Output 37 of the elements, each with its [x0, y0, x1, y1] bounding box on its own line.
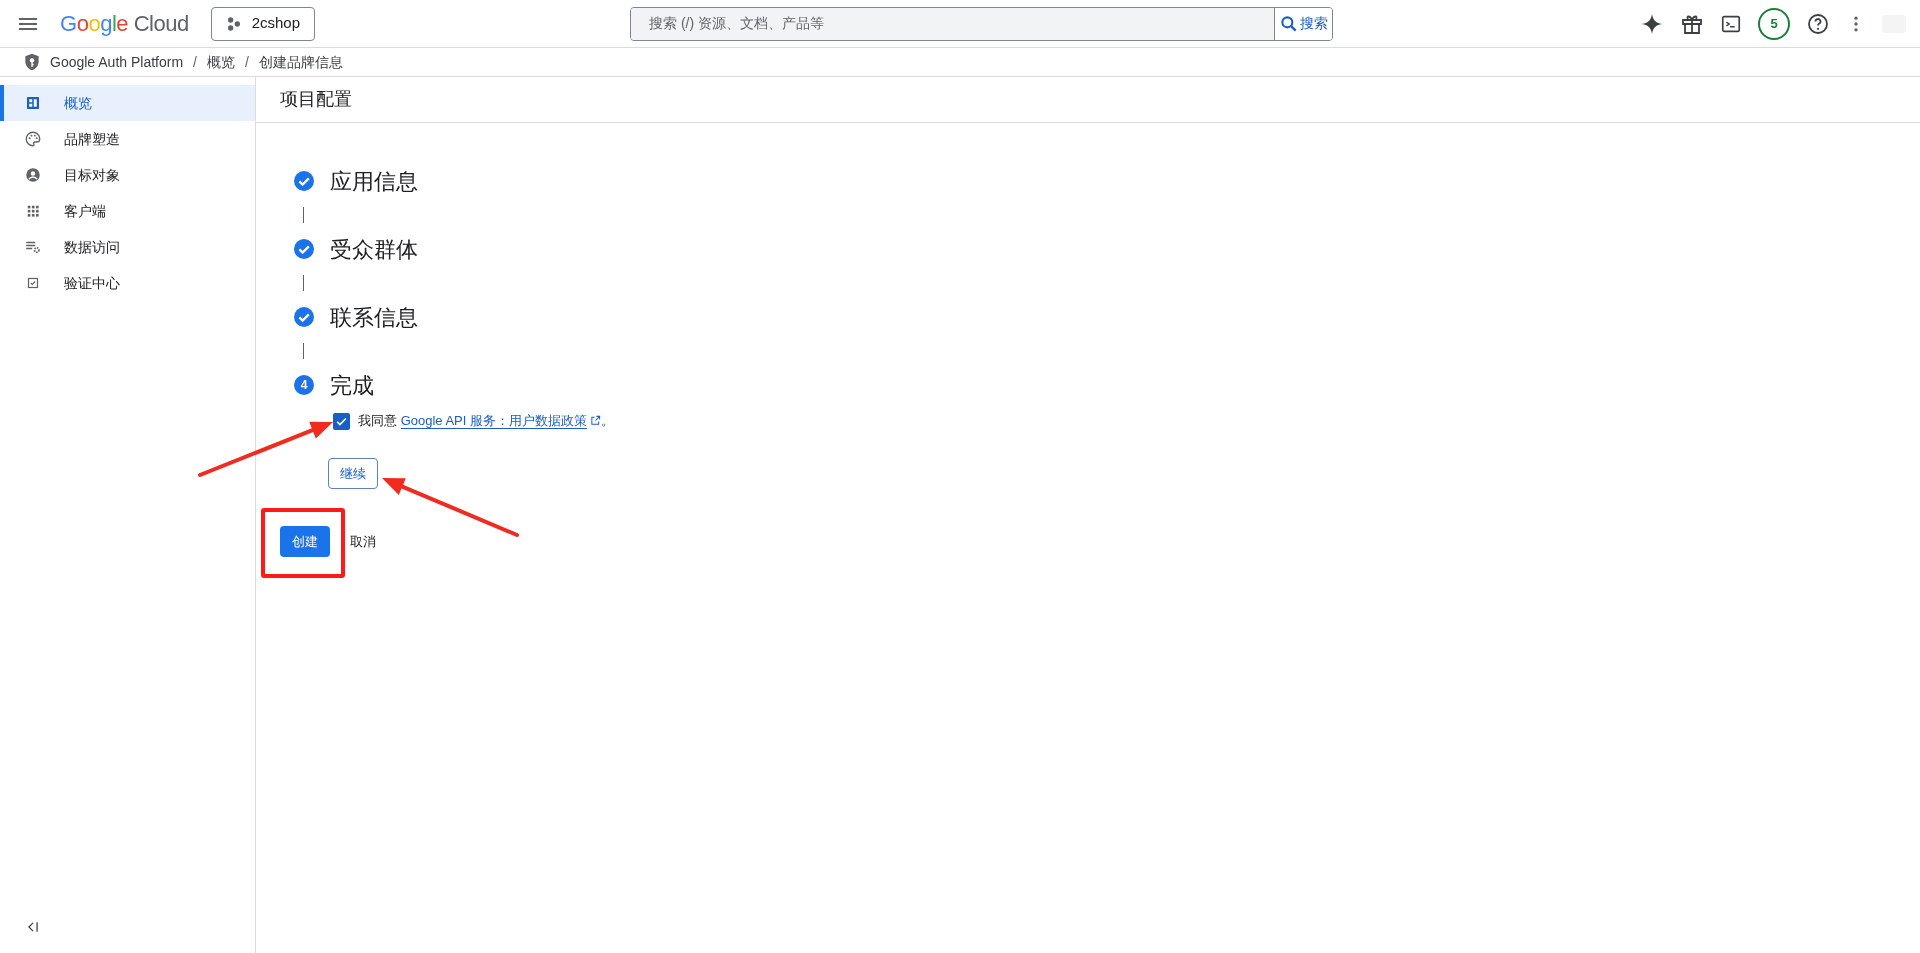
step-title: 应用信息 [330, 167, 418, 196]
continue-button[interactable]: 继续 [328, 458, 378, 489]
breadcrumb-link[interactable]: Google Auth Platform [50, 51, 184, 73]
notification-badge[interactable]: 5 [1758, 7, 1790, 40]
check-circle-icon [294, 171, 314, 191]
sidebar-item[interactable]: 验证中心 [0, 265, 255, 301]
step-number: 4 [294, 375, 314, 395]
policy-link[interactable]: Google API 服务：用户数据政策 [400, 413, 587, 430]
step-title: 完成 [330, 371, 374, 400]
check-circle-icon [294, 239, 314, 259]
sidebar-item[interactable]: 概览 [0, 85, 255, 121]
step-title: 受众群体 [330, 235, 418, 264]
agreement-text: 我同意 Google API 服务：用户数据政策 。 [358, 412, 614, 431]
person-icon [24, 166, 42, 184]
breadcrumb-link[interactable]: 概览 [206, 51, 235, 73]
sidebar-item[interactable]: 数据访问 [0, 229, 255, 265]
breadcrumb-separator: / [193, 52, 197, 72]
page-title: 项目配置 [280, 88, 352, 111]
dashboard-icon [24, 94, 42, 112]
palette-icon [24, 130, 42, 148]
sidebar-item[interactable]: 品牌塑造 [0, 121, 255, 157]
external-link-icon [590, 415, 601, 427]
check-circle-icon [294, 307, 314, 327]
hub-icon [225, 15, 242, 32]
breadcrumb-separator: / [244, 52, 249, 72]
sidebar-item[interactable]: 客户端 [0, 193, 255, 229]
collapse-icon[interactable] [26, 920, 40, 934]
create-button[interactable]: 创建 [280, 526, 330, 557]
google-cloud-logo[interactable]: Google Cloud [60, 7, 189, 40]
shield-key-icon [22, 52, 42, 72]
breadcrumb-current-page: 创建品牌信息 [258, 52, 343, 72]
project-picker[interactable]: 2cshop [210, 6, 316, 41]
step-title: 联系信息 [330, 303, 418, 332]
help-icon[interactable] [1806, 11, 1830, 36]
sidebar-item[interactable]: 目标对象 [0, 157, 255, 193]
cancel-button[interactable]: 取消 [350, 531, 376, 552]
agree-checkbox[interactable] [333, 412, 350, 430]
